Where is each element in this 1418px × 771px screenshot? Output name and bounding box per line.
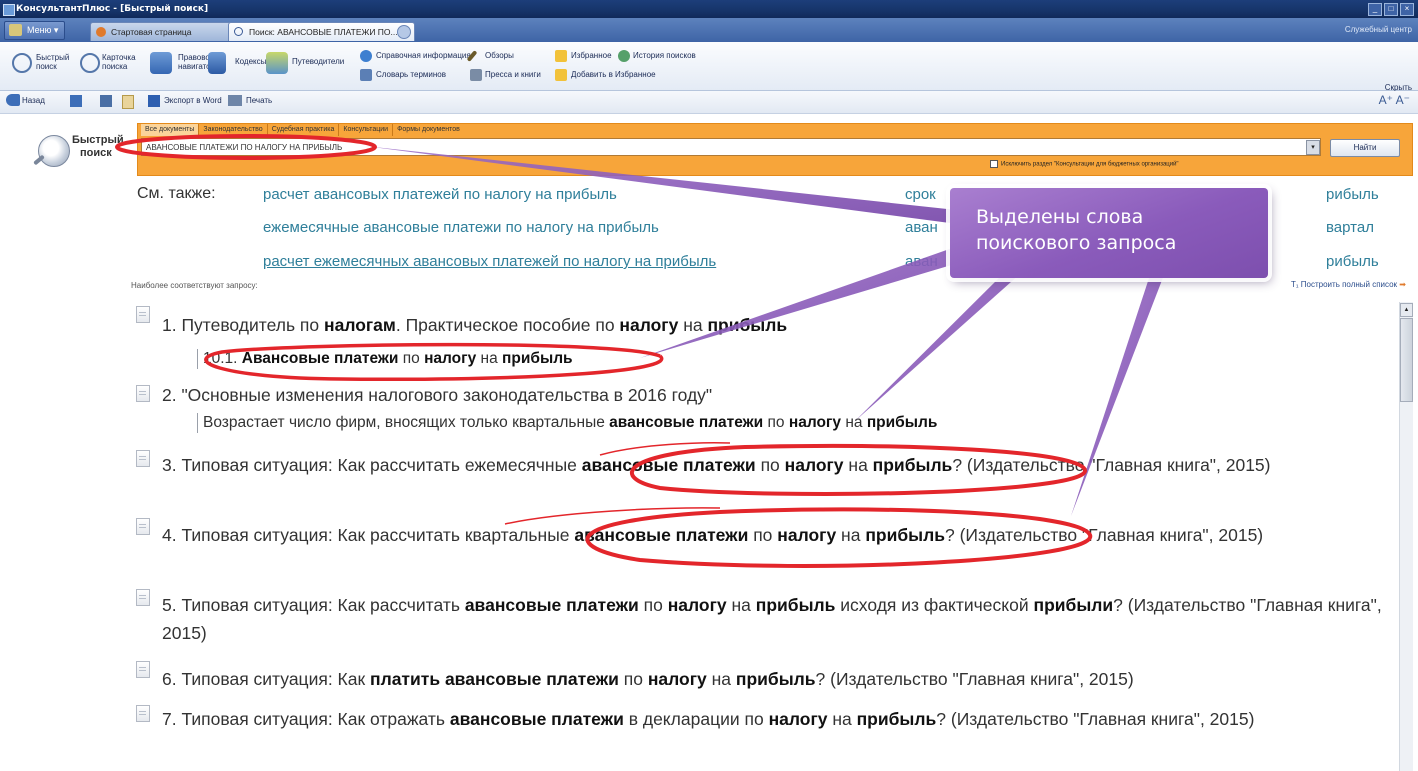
callout-pointer xyxy=(365,146,975,225)
callout-pointer xyxy=(640,240,985,358)
callout-text: Выделены слова поискового запроса xyxy=(976,206,1177,254)
highlight-ellipse xyxy=(585,507,1093,568)
annotation-callout: Выделены слова поискового запроса xyxy=(950,188,1268,278)
highlight-ellipse xyxy=(630,443,1087,496)
annotation-overlay xyxy=(115,134,1164,568)
highlight-ellipse xyxy=(115,134,377,160)
callout-pointer xyxy=(855,272,1020,421)
highlight-ellipse xyxy=(204,342,664,382)
callout-pointer xyxy=(1071,275,1164,516)
